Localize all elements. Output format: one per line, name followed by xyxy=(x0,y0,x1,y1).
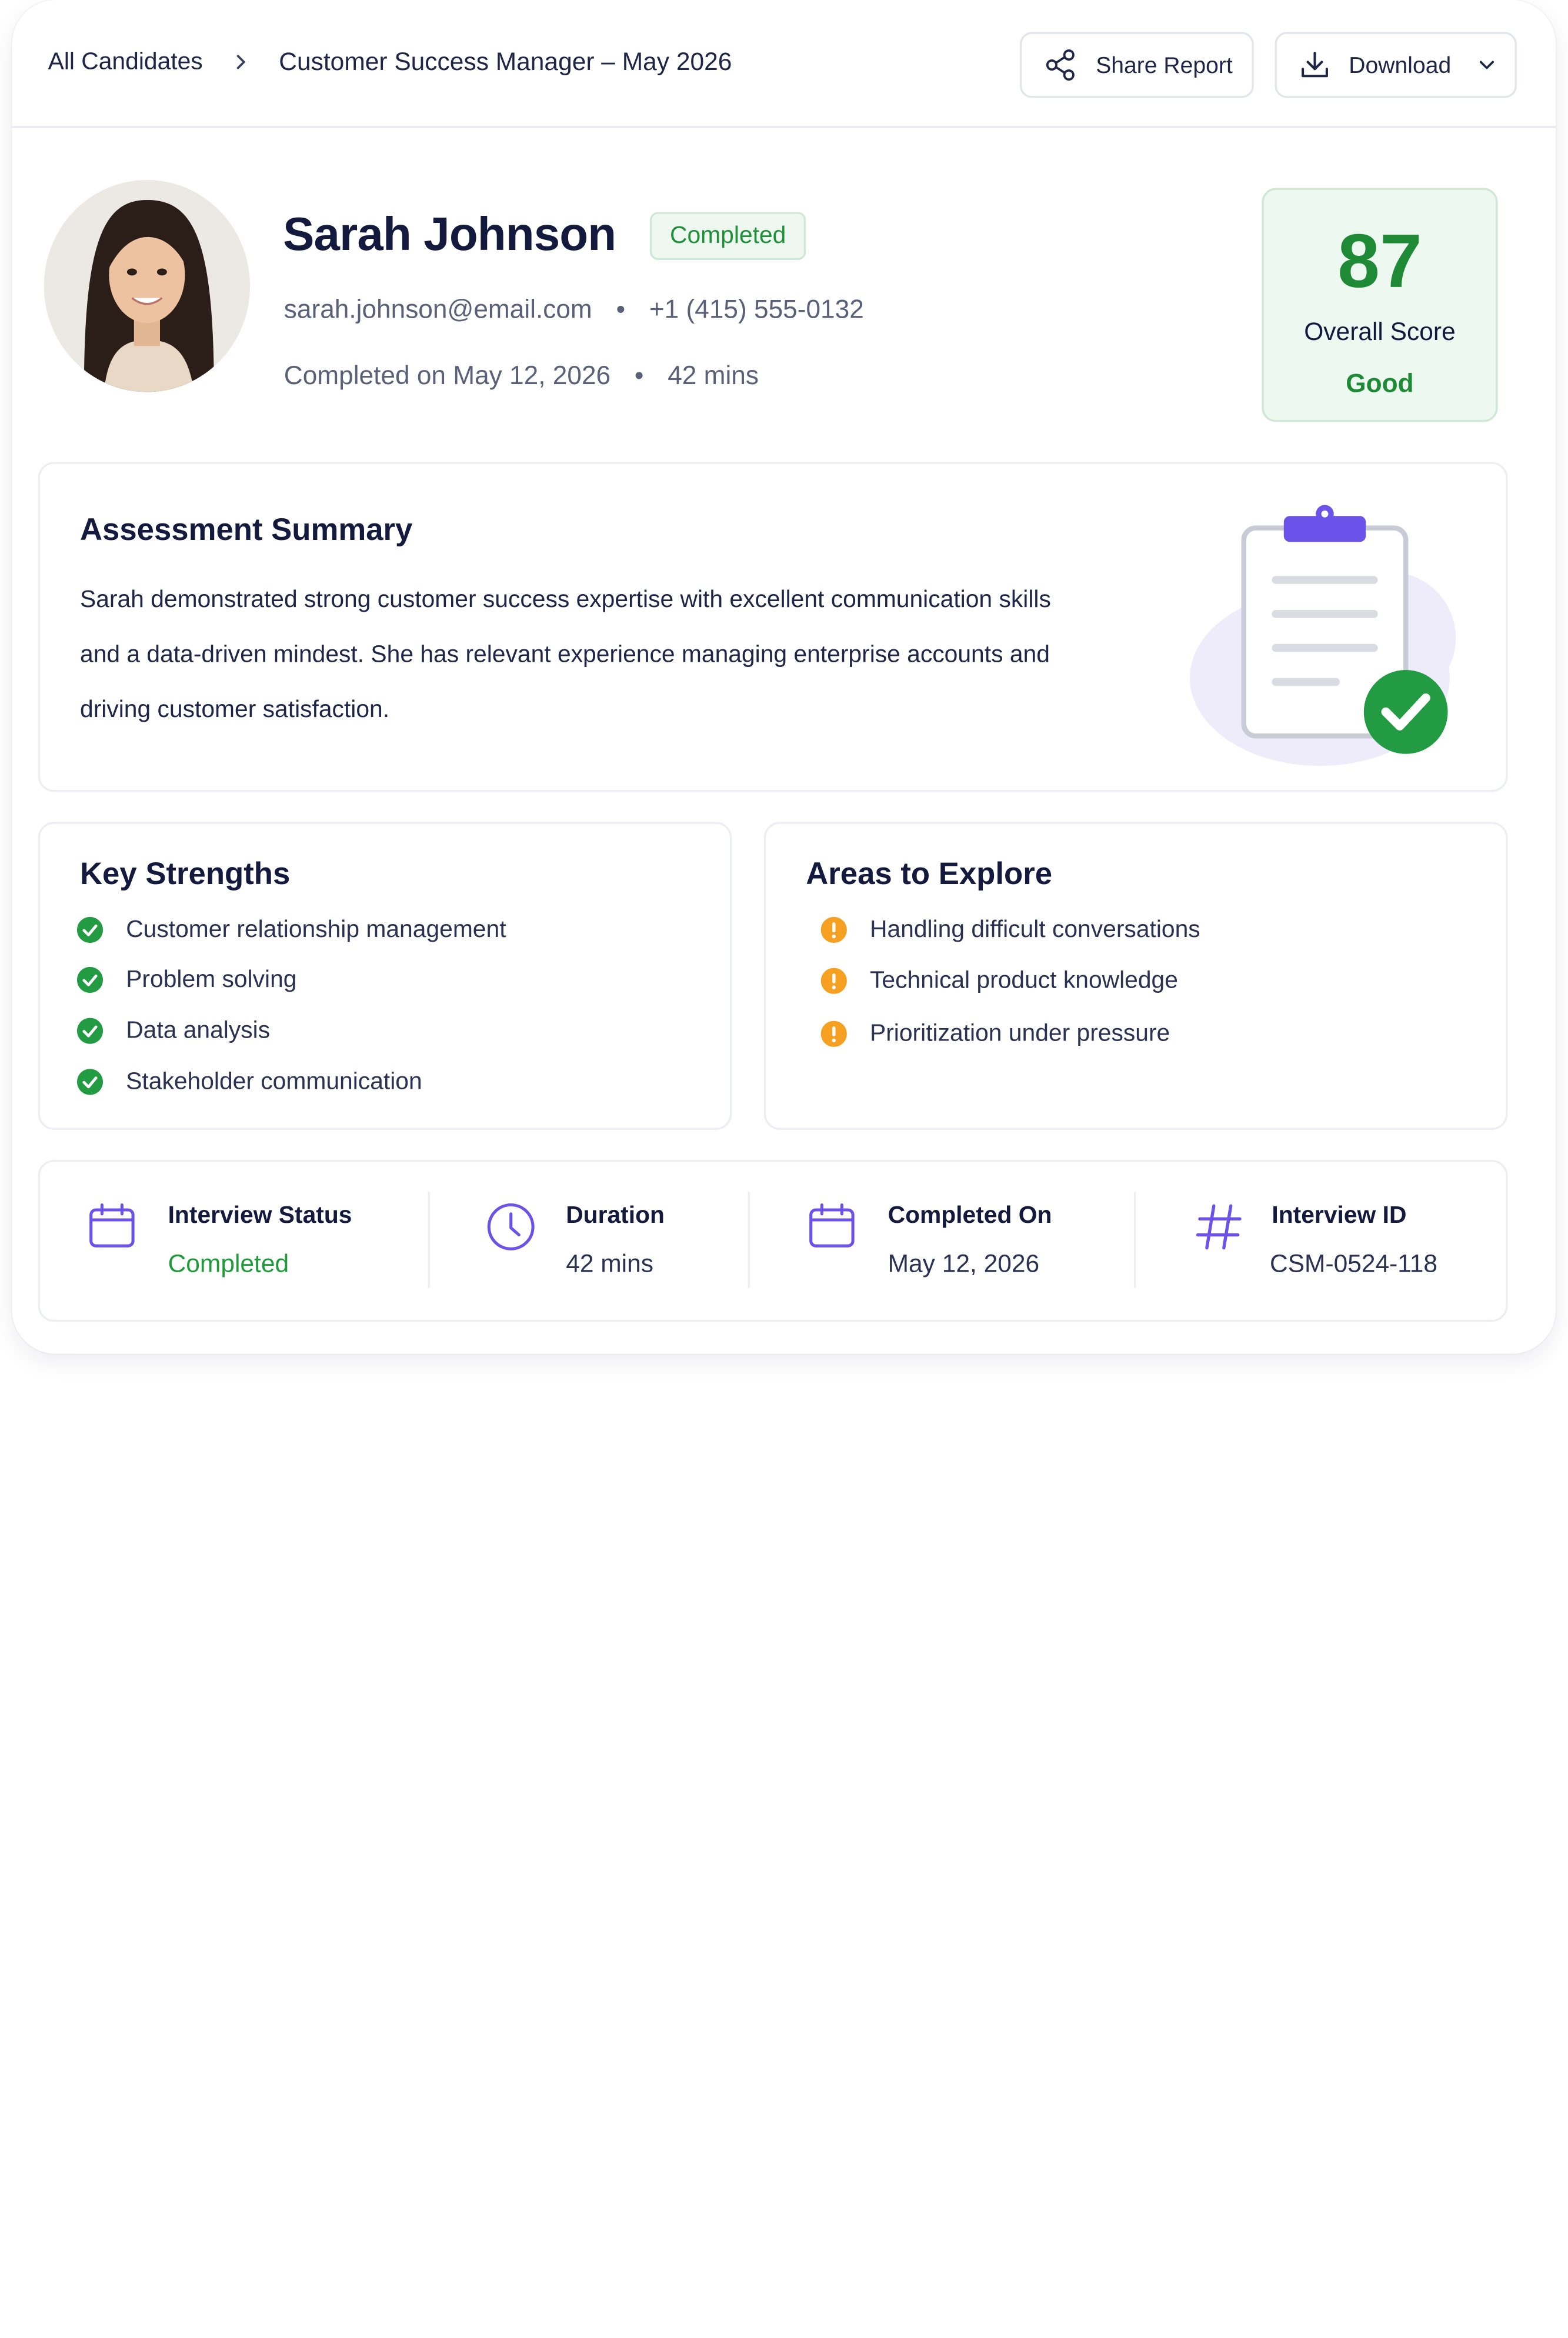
calendar-icon xyxy=(89,1203,135,1248)
strength-label: Data analysis xyxy=(126,1016,271,1044)
share-report-label: Share Report xyxy=(1096,51,1233,78)
list-item: Technical product knowledge xyxy=(820,967,1178,995)
completed-on-label: Completed On xyxy=(888,1202,1052,1229)
download-icon xyxy=(1302,52,1328,78)
interview-status-item: Interview Status Completed xyxy=(88,1162,418,1323)
areas-to-explore-title: Areas to Explore xyxy=(806,856,1053,891)
hash-icon xyxy=(1196,1204,1242,1250)
bullet-separator: • xyxy=(634,360,644,390)
completed-on-item: Completed On May 12, 2026 xyxy=(808,1162,1128,1323)
clock-icon xyxy=(487,1203,535,1250)
strength-label: Customer relationship management xyxy=(126,916,506,943)
divider xyxy=(428,1192,430,1288)
divider xyxy=(1133,1192,1136,1288)
area-label: Handling difficult conversations xyxy=(870,916,1200,943)
candidate-name: Sarah Johnson xyxy=(283,206,616,260)
warning-circle-icon xyxy=(820,968,847,994)
warning-circle-icon xyxy=(820,916,847,943)
key-strengths-card: Key Strengths Customer relationship mana… xyxy=(38,822,732,1130)
candidate-email[interactable]: sarah.johnson@email.com xyxy=(284,294,592,324)
check-circle-icon xyxy=(76,966,104,993)
duration-text: 42 mins xyxy=(668,360,759,390)
download-button[interactable]: Download xyxy=(1275,32,1517,98)
strength-label: Problem solving xyxy=(126,966,297,993)
calendar-icon xyxy=(809,1203,855,1248)
score-value: 87 xyxy=(1337,219,1422,304)
candidate-avatar xyxy=(44,180,251,392)
chevron-right-icon xyxy=(236,55,245,69)
duration-value: 42 mins xyxy=(566,1250,654,1278)
clipboard-check-icon xyxy=(1190,505,1456,766)
areas-to-explore-card: Areas to Explore Handling difficult conv… xyxy=(763,822,1508,1130)
list-item: Handling difficult conversations xyxy=(820,916,1200,944)
completed-on-value: May 12, 2026 xyxy=(888,1250,1040,1278)
completed-date-text: Completed on May 12, 2026 xyxy=(283,360,611,390)
score-rating: Good xyxy=(1346,368,1414,398)
breadcrumb-current: Customer Success Manager – May 2026 xyxy=(279,48,732,76)
check-circle-icon xyxy=(76,916,104,943)
breadcrumb-all-candidates[interactable]: All Candidates xyxy=(48,48,203,76)
list-item: Data analysis xyxy=(76,1017,270,1045)
area-label: Prioritization under pressure xyxy=(870,1020,1170,1047)
divider xyxy=(748,1192,750,1288)
interview-status-value: Completed xyxy=(168,1250,289,1278)
download-label: Download xyxy=(1349,51,1452,78)
duration-label: Duration xyxy=(566,1202,665,1229)
key-strengths-title: Key Strengths xyxy=(80,856,291,891)
top-bar: All Candidates Customer Success Manager … xyxy=(12,0,1556,128)
overall-score-card: 87 Overall Score Good xyxy=(1262,188,1498,422)
interview-info-bar: Interview Status Completed Duration 42 m… xyxy=(38,1160,1508,1322)
list-item: Stakeholder communication xyxy=(76,1068,422,1096)
contact-line: sarah.johnson@email.com • +1 (415) 555-013… xyxy=(284,294,864,325)
assessment-summary-title: Assessment Summary xyxy=(80,512,413,547)
check-circle-icon xyxy=(76,1069,104,1095)
interview-status-label: Interview Status xyxy=(168,1202,352,1229)
assessment-summary-text: Sarah demonstrated strong customer succe… xyxy=(80,586,1051,723)
score-label: Overall Score xyxy=(1304,318,1456,346)
check-circle-icon xyxy=(76,1018,104,1044)
share-icon xyxy=(1046,49,1075,81)
duration-item: Duration 42 mins xyxy=(486,1162,746,1323)
list-item: Prioritization under pressure xyxy=(820,1020,1170,1048)
candidate-phone: +1 (415) 555-0132 xyxy=(649,293,864,324)
avatar-photo xyxy=(44,180,251,392)
interview-id-item: Interview ID CSM-0524-118 xyxy=(1194,1162,1494,1323)
assessment-summary-card: Assessment Summary Sarah demonstrated st… xyxy=(38,462,1508,792)
interview-id-value: CSM-0524-118 xyxy=(1270,1250,1438,1278)
completion-line: Completed on May 12, 2026 • 42 mins xyxy=(284,360,759,391)
bullet-separator: • xyxy=(616,293,626,324)
warning-circle-icon xyxy=(820,1020,847,1047)
strength-label: Stakeholder communication xyxy=(126,1068,422,1095)
status-badge: Completed xyxy=(650,212,806,260)
area-label: Technical product knowledge xyxy=(870,966,1178,994)
list-item: Customer relationship management xyxy=(76,916,506,944)
report-window: All Candidates Customer Success Manager … xyxy=(12,0,1556,1354)
chevron-down-icon xyxy=(1480,61,1494,69)
interview-id-label: Interview ID xyxy=(1272,1202,1407,1229)
list-item: Problem solving xyxy=(76,966,296,994)
share-report-button[interactable]: Share Report xyxy=(1020,32,1254,98)
